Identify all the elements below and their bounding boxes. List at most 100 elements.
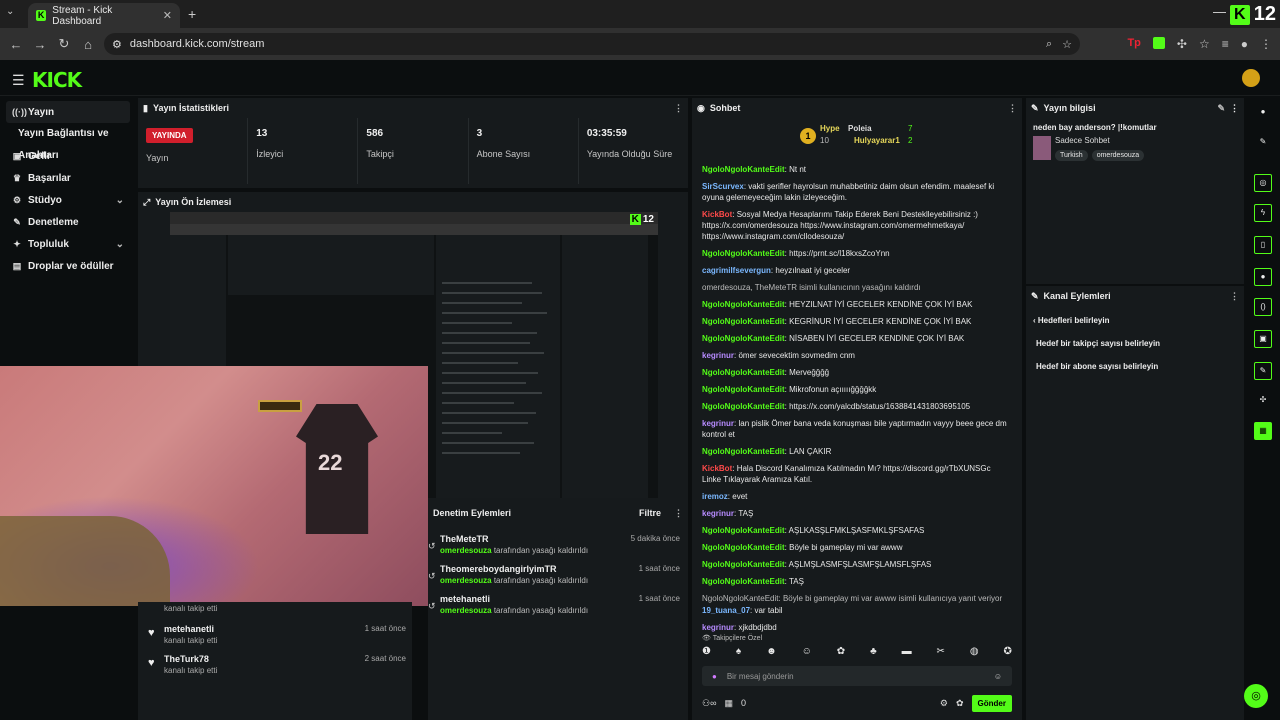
emote-icon[interactable]: ☺: [802, 646, 812, 662]
bookmark-star-icon[interactable]: ☆: [1062, 38, 1072, 51]
follow-action: kanalı takip etti: [164, 666, 218, 675]
user-avatar[interactable]: [1242, 69, 1260, 87]
sidebar-item-denetleme[interactable]: ✎ Denetleme: [0, 211, 136, 233]
moderated-user[interactable]: metehanetli: [440, 594, 490, 604]
chat-icon[interactable]: ●: [1254, 268, 1272, 286]
unban-icon: ↺: [428, 571, 436, 581]
browser-tab[interactable]: K Stream - Kick Dashboard ✕: [28, 3, 180, 28]
community-icon: ✦: [13, 238, 21, 249]
extensions-puzzle-icon[interactable]: ✣: [1177, 37, 1187, 51]
video-icon[interactable]: ▣: [1254, 330, 1272, 348]
moderation-actions-panel: Denetim Eylemleri Filtre ⋮ ↺ TheMeteTR o…: [428, 504, 688, 720]
chat-toggle-icon[interactable]: ◎: [1244, 684, 1268, 708]
chat-input-placeholder: Bir mesaj gönderin: [726, 671, 794, 681]
kick-logo[interactable]: KICK: [32, 68, 82, 92]
lightning-icon[interactable]: ϟ: [1254, 204, 1272, 222]
profile-avatar-icon[interactable]: ●: [1241, 37, 1248, 51]
more-options-icon[interactable]: ⋮: [674, 508, 683, 519]
goal-followers-button[interactable]: Hedef bir takipçi sayısı belirleyin: [1026, 325, 1244, 348]
more-options-icon[interactable]: ⋮: [1230, 103, 1239, 114]
back-button[interactable]: ‹ Hedefleri belirleyin: [1026, 306, 1244, 325]
stat-value: 13: [256, 128, 268, 139]
chevron-down-icon[interactable]: ⌄: [116, 239, 124, 250]
emote-icon[interactable]: ❶: [702, 646, 711, 662]
chat-input[interactable]: ● Bir mesaj gönderin ☺: [702, 666, 1012, 686]
new-tab-icon[interactable]: +: [188, 6, 196, 22]
address-bar[interactable]: ⚙ dashboard.kick.com/stream ⌕ ☆: [104, 33, 1080, 55]
grid-icon[interactable]: ▦: [1254, 422, 1272, 440]
more-options-icon[interactable]: ⋮: [1230, 291, 1239, 302]
follow-row: ♥ TheTurk78 kanalı takip etti 2 saat önc…: [148, 652, 406, 678]
heart-icon: ♥: [148, 657, 155, 669]
stat-uptime: 03:35:59 Yayında Olduğu Süre: [577, 118, 688, 184]
extension-kick-icon[interactable]: [1152, 37, 1165, 49]
reading-list-icon[interactable]: ≡: [1222, 37, 1229, 51]
stat-label: Abone Sayısı: [476, 149, 531, 159]
more-options-icon[interactable]: ⋮: [674, 103, 683, 114]
browser-menu-icon[interactable]: ⋮: [1260, 37, 1272, 51]
broadcast-icon[interactable]: (): [1254, 298, 1272, 316]
moderated-user[interactable]: TheomereboydangirlyimTR: [440, 564, 557, 574]
sidebar-item-yayin[interactable]: ((·)) Yayın: [6, 101, 130, 123]
chat-tools-icon[interactable]: ✿: [956, 698, 964, 709]
chevron-down-icon[interactable]: ⌄: [116, 195, 124, 206]
community-icon[interactable]: ✣: [1254, 392, 1272, 410]
emote-icon[interactable]: ✂: [937, 646, 945, 662]
info-icon[interactable]: ●: [1254, 104, 1272, 122]
sidebar-item-label: Gelir: [28, 150, 51, 162]
chat-message: NgoloNgoloKanteEdit: AŞLKASŞLFMKLŞASFMKL…: [702, 526, 925, 535]
chat-footer: ⚇∞ ▦ 0 ⚙ ✿ Gönder: [702, 692, 1012, 714]
site-info-icon[interactable]: ⚙: [112, 38, 122, 51]
emote-icon[interactable]: ♠: [736, 646, 741, 662]
chat-message: kegrinur: lan pislik Ömer bana veda konu…: [702, 419, 1007, 439]
back-icon[interactable]: ←: [4, 37, 28, 52]
moderation-row: ↺ metehanetli omerdesouza tarafından yas…: [428, 592, 684, 620]
category-thumbnail[interactable]: [1033, 136, 1051, 160]
close-tab-icon[interactable]: ✕: [163, 9, 172, 22]
tab-search-icon[interactable]: ⌄: [6, 6, 14, 17]
stat-value: 3: [476, 128, 483, 139]
settings-icon[interactable]: ⚙: [940, 698, 948, 709]
more-options-icon[interactable]: ⋮: [1008, 103, 1017, 114]
sidebar-item-droplar[interactable]: ▤ Droplar ve ödüller: [0, 255, 136, 277]
menu-icon[interactable]: ☰: [12, 72, 25, 89]
hype-count: 10: [820, 136, 829, 145]
emote-icon[interactable]: ◍: [970, 646, 979, 662]
goal-subscribers-button[interactable]: Hedef bir abone sayısı belirleyin: [1026, 348, 1244, 371]
emote-icon[interactable]: ☻: [766, 646, 777, 662]
viewers-icon[interactable]: ⚇∞: [702, 698, 716, 709]
filter-button[interactable]: Filtre: [639, 508, 661, 518]
mic-icon[interactable]: ●: [712, 672, 717, 681]
wrench-icon[interactable]: ✎: [1254, 362, 1272, 380]
edit-icon[interactable]: ✎: [1217, 103, 1225, 114]
sidebar-item-label: Stüdyo: [28, 194, 62, 206]
emote-icon[interactable]: ♣: [870, 646, 877, 662]
sidebar-item-studyo[interactable]: ⚙ Stüdyo ⌄: [0, 189, 136, 211]
pen-icon[interactable]: ✎: [1254, 134, 1272, 152]
emote-icon[interactable]: ✿: [837, 646, 845, 662]
extension-red-icon[interactable]: Tp: [1127, 37, 1140, 51]
kick-viewer-badge: K 12: [1229, 3, 1276, 26]
home-icon[interactable]: ⌂: [76, 37, 100, 52]
follower-name[interactable]: metehanetli: [164, 624, 214, 634]
forward-icon[interactable]: →: [28, 37, 52, 52]
minimize-icon[interactable]: —: [1213, 4, 1226, 19]
wall-frame: [258, 400, 302, 412]
sidebar-item-stream-key[interactable]: Yayın Bağlantısı ve Anahtarı: [0, 123, 136, 161]
zoom-icon[interactable]: ⌕: [1046, 38, 1052, 51]
emote-icon[interactable]: ▬: [902, 646, 912, 662]
emoji-icon[interactable]: ☺: [994, 672, 1002, 681]
document-icon[interactable]: ▯: [1254, 236, 1272, 254]
reload-icon[interactable]: ↻: [52, 36, 76, 52]
emote-icon[interactable]: ✪: [1004, 646, 1012, 662]
sidebar-item-basarilar[interactable]: ♛ Başarılar: [0, 167, 136, 189]
bookmarks-icon[interactable]: ☆: [1199, 37, 1210, 51]
trash-icon[interactable]: ▦: [724, 698, 733, 709]
chat-reply-context: NgoloNgoloKanteEdit: Böyle bi gameplay m…: [702, 594, 1003, 603]
sidebar-item-topluluk[interactable]: ✦ Topluluk ⌄: [0, 233, 136, 255]
camera-icon[interactable]: ◎: [1254, 174, 1272, 192]
category-name[interactable]: Sadece Sohbet: [1055, 136, 1110, 145]
send-button[interactable]: Gönder: [971, 694, 1012, 712]
moderated-user[interactable]: TheMeteTR: [440, 534, 489, 544]
follower-name[interactable]: TheTurk78: [164, 654, 209, 664]
